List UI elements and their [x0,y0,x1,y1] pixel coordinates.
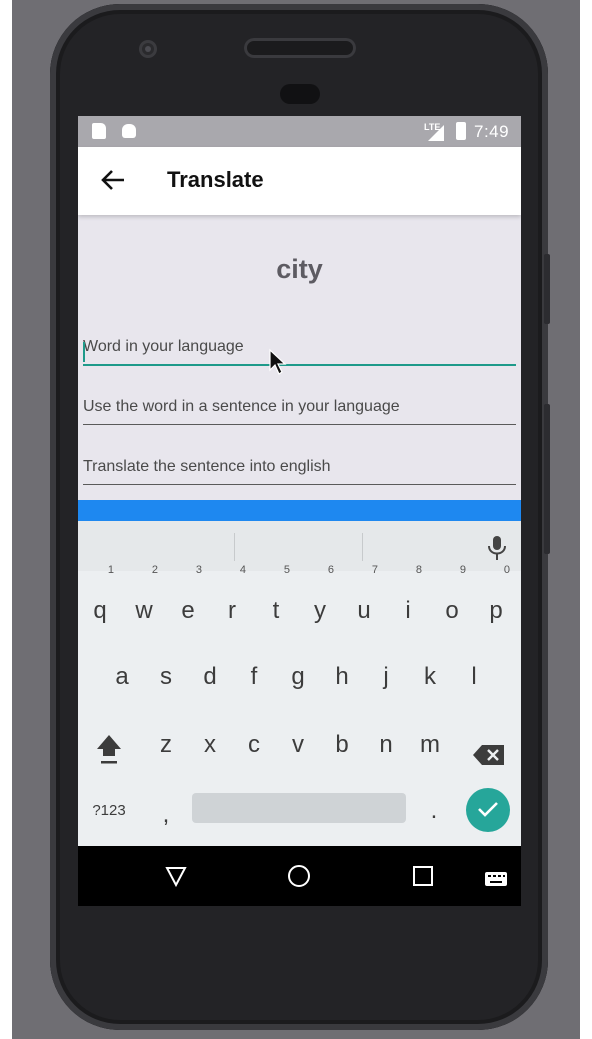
key-f[interactable]: f [234,649,274,701]
translation-input[interactable] [83,458,516,485]
key-j[interactable]: j [366,649,406,701]
key-l[interactable]: l [454,649,494,701]
frame-border-right [580,0,592,1039]
key-u[interactable]: u7 [344,565,384,635]
mouse-pointer-icon [269,348,287,375]
translation-field-container [83,458,516,498]
key-c[interactable]: c [234,717,274,769]
key-number-hint: 2 [151,564,158,576]
battery-icon [456,122,466,140]
status-bar: LTE 7:49 [78,116,521,147]
key-d[interactable]: d [190,649,230,701]
key-i[interactable]: i8 [388,565,428,635]
device-screen: LTE 7:49 Translate city DONE [78,116,521,906]
comma-key[interactable]: , [146,787,186,839]
page-title: Translate [167,167,264,192]
key-b[interactable]: b [322,717,362,769]
key-number-hint: 9 [459,564,466,576]
enter-key[interactable] [466,788,510,832]
key-number-hint: 5 [283,564,290,576]
nav-back-icon[interactable] [164,864,188,888]
key-t[interactable]: t5 [256,565,296,635]
key-k[interactable]: k [410,649,450,701]
key-number-hint: 6 [327,564,334,576]
keyboard-switch-icon[interactable] [484,867,508,891]
key-s[interactable]: s [146,649,186,701]
word-field-container [83,338,516,378]
suggestion-strip [78,521,521,571]
sd-card-icon [92,123,106,139]
signal-icon [428,125,444,141]
key-n[interactable]: n [366,717,406,769]
key-a[interactable]: a [102,649,142,701]
key-y[interactable]: y6 [300,565,340,635]
word-input[interactable] [83,338,516,366]
navigation-bar [78,846,521,906]
word-to-translate: city [276,254,323,284]
period-key[interactable]: . [414,783,454,835]
checkmark-icon [478,801,498,817]
space-bar[interactable] [192,793,406,823]
soft-keyboard: q1 w2 e3 r4 t5 y6 u7 i8 o9 p0 a s d f g … [78,521,521,846]
nav-home-icon[interactable] [287,864,311,888]
nav-recents-icon[interactable] [411,864,435,888]
earpiece-speaker [244,38,356,58]
power-button [544,254,550,324]
key-number-hint: 7 [371,564,378,576]
backspace-icon[interactable] [472,743,506,767]
shift-icon[interactable] [94,731,124,765]
suggestion-divider [362,533,363,561]
back-arrow-icon[interactable] [100,167,126,193]
key-number-hint: 4 [239,564,246,576]
key-m[interactable]: m [410,717,450,769]
key-x[interactable]: x [190,717,230,769]
key-q[interactable]: q1 [80,565,120,635]
key-o[interactable]: o9 [432,565,472,635]
sentence-input[interactable] [83,398,516,425]
key-z[interactable]: z [146,717,186,769]
microphone-icon[interactable] [486,534,508,562]
sensor [280,84,320,104]
key-e[interactable]: e3 [168,565,208,635]
symbols-key[interactable]: ?123 [84,783,134,835]
key-g[interactable]: g [278,649,318,701]
key-p[interactable]: p0 [476,565,516,635]
front-camera [139,40,157,58]
key-v[interactable]: v [278,717,318,769]
app-bar: Translate [78,147,521,215]
text-caret [83,342,85,362]
sentence-field-container [83,398,516,438]
key-w[interactable]: w2 [124,565,164,635]
key-number-hint: 0 [503,564,510,576]
key-number-hint: 8 [415,564,422,576]
clock: 7:49 [474,122,510,141]
suggestion-divider [234,533,235,561]
key-number-hint: 1 [107,564,114,576]
android-icon [122,124,136,138]
key-number-hint: 3 [195,564,202,576]
volume-button [544,404,550,554]
key-h[interactable]: h [322,649,362,701]
key-r[interactable]: r4 [212,565,252,635]
frame-border-left [0,0,12,1039]
